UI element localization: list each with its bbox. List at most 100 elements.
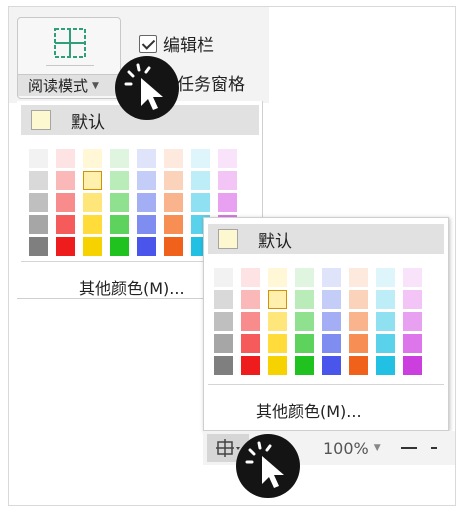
color-swatch[interactable]	[191, 149, 210, 168]
edit-bar-label: 编辑栏	[163, 36, 214, 56]
color-swatch[interactable]	[56, 215, 75, 234]
color-swatch[interactable]	[218, 193, 237, 212]
color-swatch[interactable]	[241, 312, 260, 331]
zoom-out-button[interactable]	[400, 447, 417, 449]
color-swatch[interactable]	[137, 149, 156, 168]
color-column	[295, 268, 314, 378]
color-swatch[interactable]	[322, 356, 341, 375]
color-swatch[interactable]	[164, 171, 183, 190]
color-swatch[interactable]	[29, 193, 48, 212]
color-swatch[interactable]	[241, 268, 260, 287]
color-swatch[interactable]	[241, 334, 260, 353]
reading-mode-button[interactable]: 阅读模式 ▼	[17, 17, 121, 99]
color-swatch[interactable]	[376, 268, 395, 287]
color-swatch[interactable]	[268, 356, 287, 375]
color-swatch[interactable]	[403, 334, 422, 353]
color-swatch[interactable]	[164, 193, 183, 212]
color-swatch[interactable]	[29, 149, 48, 168]
edit-bar-checkbox[interactable]	[139, 34, 157, 53]
color-swatch[interactable]	[376, 290, 395, 309]
color-swatch[interactable]	[268, 312, 287, 331]
click-cursor-badge	[115, 56, 179, 120]
color-swatch[interactable]	[83, 171, 102, 190]
color-swatch[interactable]	[137, 237, 156, 256]
color-swatch[interactable]	[29, 237, 48, 256]
color-swatch[interactable]	[403, 268, 422, 287]
color-swatch[interactable]	[349, 356, 368, 375]
reading-mode-icon	[46, 22, 94, 66]
screenshot-frame: 阅读模式 ▼ 编辑栏 任务窗格 默认 其他颜色(M)... 默认 其他颜色(M)…	[8, 6, 456, 506]
color-column	[403, 268, 422, 378]
color-swatch[interactable]	[164, 215, 183, 234]
color-swatch[interactable]	[214, 268, 233, 287]
color-swatch[interactable]	[295, 356, 314, 375]
color-swatch[interactable]	[110, 237, 129, 256]
task-pane-option[interactable]: 任务窗格	[177, 70, 245, 95]
color-column	[164, 149, 183, 259]
color-swatch[interactable]	[214, 312, 233, 331]
color-swatch[interactable]	[295, 312, 314, 331]
color-swatch[interactable]	[164, 149, 183, 168]
color-swatch[interactable]	[322, 290, 341, 309]
more-colors-option[interactable]: 其他颜色(M)...	[79, 275, 185, 299]
color-swatch[interactable]	[349, 312, 368, 331]
color-grid	[214, 268, 430, 378]
color-swatch[interactable]	[214, 290, 233, 309]
color-column	[322, 268, 341, 378]
color-swatch[interactable]	[137, 193, 156, 212]
color-swatch[interactable]	[295, 268, 314, 287]
color-swatch[interactable]	[83, 237, 102, 256]
color-swatch[interactable]	[376, 334, 395, 353]
color-swatch[interactable]	[83, 149, 102, 168]
color-swatch[interactable]	[29, 215, 48, 234]
color-swatch[interactable]	[137, 215, 156, 234]
color-swatch[interactable]	[322, 268, 341, 287]
color-swatch[interactable]	[56, 149, 75, 168]
color-column	[137, 149, 156, 259]
color-swatch[interactable]	[137, 171, 156, 190]
color-swatch[interactable]	[56, 193, 75, 212]
color-swatch[interactable]	[110, 215, 129, 234]
color-swatch[interactable]	[191, 193, 210, 212]
color-swatch[interactable]	[83, 193, 102, 212]
color-swatch[interactable]	[218, 171, 237, 190]
default-color-option[interactable]: 默认	[208, 224, 444, 254]
color-swatch[interactable]	[218, 149, 237, 168]
color-swatch[interactable]	[29, 171, 48, 190]
color-swatch[interactable]	[268, 268, 287, 287]
color-swatch[interactable]	[110, 171, 129, 190]
chevron-down-icon[interactable]: ▼	[374, 443, 381, 453]
zoom-slider-start[interactable]	[430, 447, 437, 449]
color-swatch[interactable]	[83, 215, 102, 234]
palette-divider	[208, 384, 444, 385]
color-swatch[interactable]	[164, 237, 183, 256]
color-swatch[interactable]	[376, 312, 395, 331]
color-swatch[interactable]	[56, 171, 75, 190]
more-colors-option[interactable]: 其他颜色(M)...	[256, 398, 362, 422]
color-swatch[interactable]	[110, 149, 129, 168]
color-swatch[interactable]	[322, 312, 341, 331]
zoom-level[interactable]: 100%	[323, 439, 369, 458]
color-swatch[interactable]	[241, 356, 260, 375]
color-swatch[interactable]	[268, 334, 287, 353]
reading-mode-dropdown[interactable]: 阅读模式 ▼	[18, 74, 120, 96]
color-swatch[interactable]	[295, 290, 314, 309]
color-swatch[interactable]	[295, 334, 314, 353]
color-swatch[interactable]	[403, 356, 422, 375]
color-swatch[interactable]	[403, 312, 422, 331]
color-swatch[interactable]	[349, 290, 368, 309]
color-swatch[interactable]	[376, 356, 395, 375]
color-swatch[interactable]	[349, 334, 368, 353]
color-swatch[interactable]	[214, 334, 233, 353]
color-swatch[interactable]	[268, 290, 287, 309]
color-swatch[interactable]	[214, 356, 233, 375]
color-swatch[interactable]	[56, 237, 75, 256]
color-swatch[interactable]	[322, 334, 341, 353]
color-swatch[interactable]	[241, 290, 260, 309]
color-column	[268, 268, 287, 378]
color-swatch[interactable]	[191, 171, 210, 190]
color-swatch[interactable]	[349, 268, 368, 287]
color-swatch[interactable]	[110, 193, 129, 212]
edit-bar-toggle[interactable]: 编辑栏	[139, 31, 214, 56]
color-swatch[interactable]	[403, 290, 422, 309]
